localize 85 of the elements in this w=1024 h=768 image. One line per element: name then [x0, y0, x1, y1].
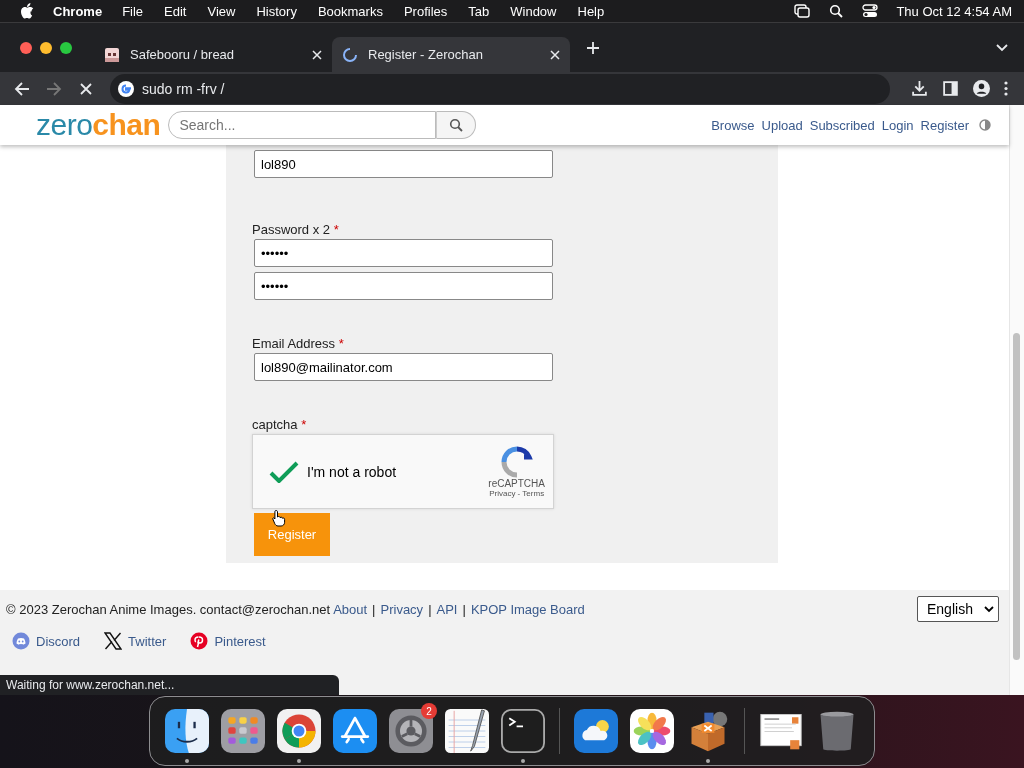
nav-link[interactable]: Upload — [761, 117, 803, 133]
checkmark-icon[interactable] — [269, 460, 299, 483]
input-field[interactable]: lol890@mailinator.com — [254, 353, 553, 381]
password-field[interactable]: •••••• — [254, 239, 553, 267]
footer-link[interactable]: About — [333, 601, 368, 617]
menu-item[interactable]: Tab — [468, 3, 490, 19]
address-bar[interactable]: sudo rm -frv / — [110, 73, 890, 104]
close-window-button[interactable] — [20, 41, 32, 54]
close-icon[interactable] — [312, 49, 322, 60]
search-field[interactable]: Search... — [168, 111, 437, 139]
menu-item[interactable]: Bookmarks — [317, 3, 383, 19]
menu-app-name[interactable]: Chrome — [53, 3, 103, 19]
footer-link[interactable]: API — [436, 601, 458, 617]
separator: | — [462, 601, 466, 617]
apple-icon[interactable] — [20, 3, 34, 19]
menu-item[interactable]: Window — [510, 3, 557, 19]
menu-item[interactable]: View — [207, 3, 236, 19]
browser-tab[interactable]: Register - Zerochan — [332, 36, 570, 73]
contrast-toggle-icon[interactable] — [979, 119, 991, 131]
back-arrow-icon[interactable] — [14, 80, 30, 97]
control-center-icon[interactable] — [862, 4, 879, 18]
field-label: captcha * — [252, 417, 308, 433]
copyright-text: © 2023 Zerochan Anime Images. contact@zerochan.net — [6, 601, 331, 617]
g-logo-icon — [118, 80, 134, 97]
terminal-icon[interactable] — [501, 709, 545, 753]
menu-item[interactable]: Edit — [164, 3, 187, 19]
gear-icon[interactable] — [389, 709, 433, 753]
favicon-icon — [104, 46, 120, 63]
zoom-window-button[interactable] — [60, 41, 72, 54]
footer-link[interactable]: Privacy — [380, 601, 424, 617]
close-icon[interactable] — [550, 49, 560, 60]
recaptcha-logo-icon — [500, 445, 533, 478]
notepad-icon[interactable] — [445, 709, 489, 753]
menu-item[interactable]: File — [122, 3, 144, 19]
footer-link[interactable]: KPOP Image Board — [470, 601, 585, 617]
menu-item[interactable]: History — [256, 3, 297, 19]
search-icon[interactable] — [828, 4, 845, 18]
nav-link[interactable]: Subscribed — [809, 117, 875, 133]
captcha-label: I'm not a robot — [307, 463, 397, 480]
chevron-down-icon — [984, 605, 994, 613]
x-logo-icon — [104, 632, 123, 650]
download-icon[interactable] — [911, 80, 928, 97]
windows-icon[interactable] — [794, 4, 811, 18]
social-link[interactable]: Pinterest — [190, 632, 266, 650]
chrome-icon[interactable] — [277, 709, 321, 753]
password-field[interactable]: •••••• — [254, 272, 553, 300]
weather-icon[interactable] — [574, 709, 618, 753]
menu-item[interactable]: Help — [577, 3, 605, 19]
profile-icon[interactable] — [973, 80, 990, 97]
site-logo[interactable]: zerochan — [36, 109, 161, 141]
browser-tab[interactable]: Safebooru / bread — [94, 36, 332, 73]
forward-arrow-icon[interactable] — [46, 80, 62, 97]
privacy-terms-links[interactable]: Privacy - Terms — [489, 488, 545, 498]
app-grid-icon[interactable] — [221, 709, 265, 753]
nav-link[interactable]: Browse — [711, 117, 755, 133]
finder-icon[interactable] — [165, 709, 209, 753]
social-link[interactable]: Discord — [12, 632, 81, 650]
separator: | — [428, 601, 432, 617]
menu-item[interactable]: Profiles — [403, 3, 448, 19]
notification-badge: 2 — [421, 703, 437, 719]
search-button[interactable] — [436, 111, 477, 139]
status-bubble: Waiting for www.zerochan.net... — [0, 675, 339, 695]
nav-link[interactable]: Register — [920, 117, 969, 133]
social-link[interactable]: Twitter — [104, 632, 167, 650]
more-menu-icon[interactable] — [1004, 80, 1008, 97]
separator: | — [372, 601, 376, 617]
flower-icon[interactable] — [630, 709, 674, 753]
minimize-window-button[interactable] — [40, 41, 52, 54]
side-panel-icon[interactable] — [942, 80, 959, 97]
menu-clock[interactable]: Thu Oct 12 4:54 AM — [896, 3, 1012, 19]
new-tab-icon[interactable] — [587, 41, 599, 54]
loading-spinner-icon — [342, 46, 358, 63]
search-icon — [449, 118, 464, 132]
language-select[interactable]: English — [917, 596, 999, 622]
stop-loading-icon[interactable] — [78, 80, 94, 97]
field-label: Password x 2 * — [252, 222, 340, 238]
nav-link[interactable]: Login — [881, 117, 914, 133]
input-field[interactable]: lol890 — [254, 150, 553, 178]
recaptcha-brand: reCAPTCHA — [488, 477, 545, 489]
app-store-icon[interactable] — [333, 709, 377, 753]
chevron-down-icon[interactable] — [996, 43, 1008, 52]
pinterest-icon — [190, 632, 209, 650]
scrollbar-thumb[interactable] — [1013, 333, 1020, 660]
field-label: Email Address * — [252, 336, 345, 352]
discord-icon — [12, 632, 30, 650]
